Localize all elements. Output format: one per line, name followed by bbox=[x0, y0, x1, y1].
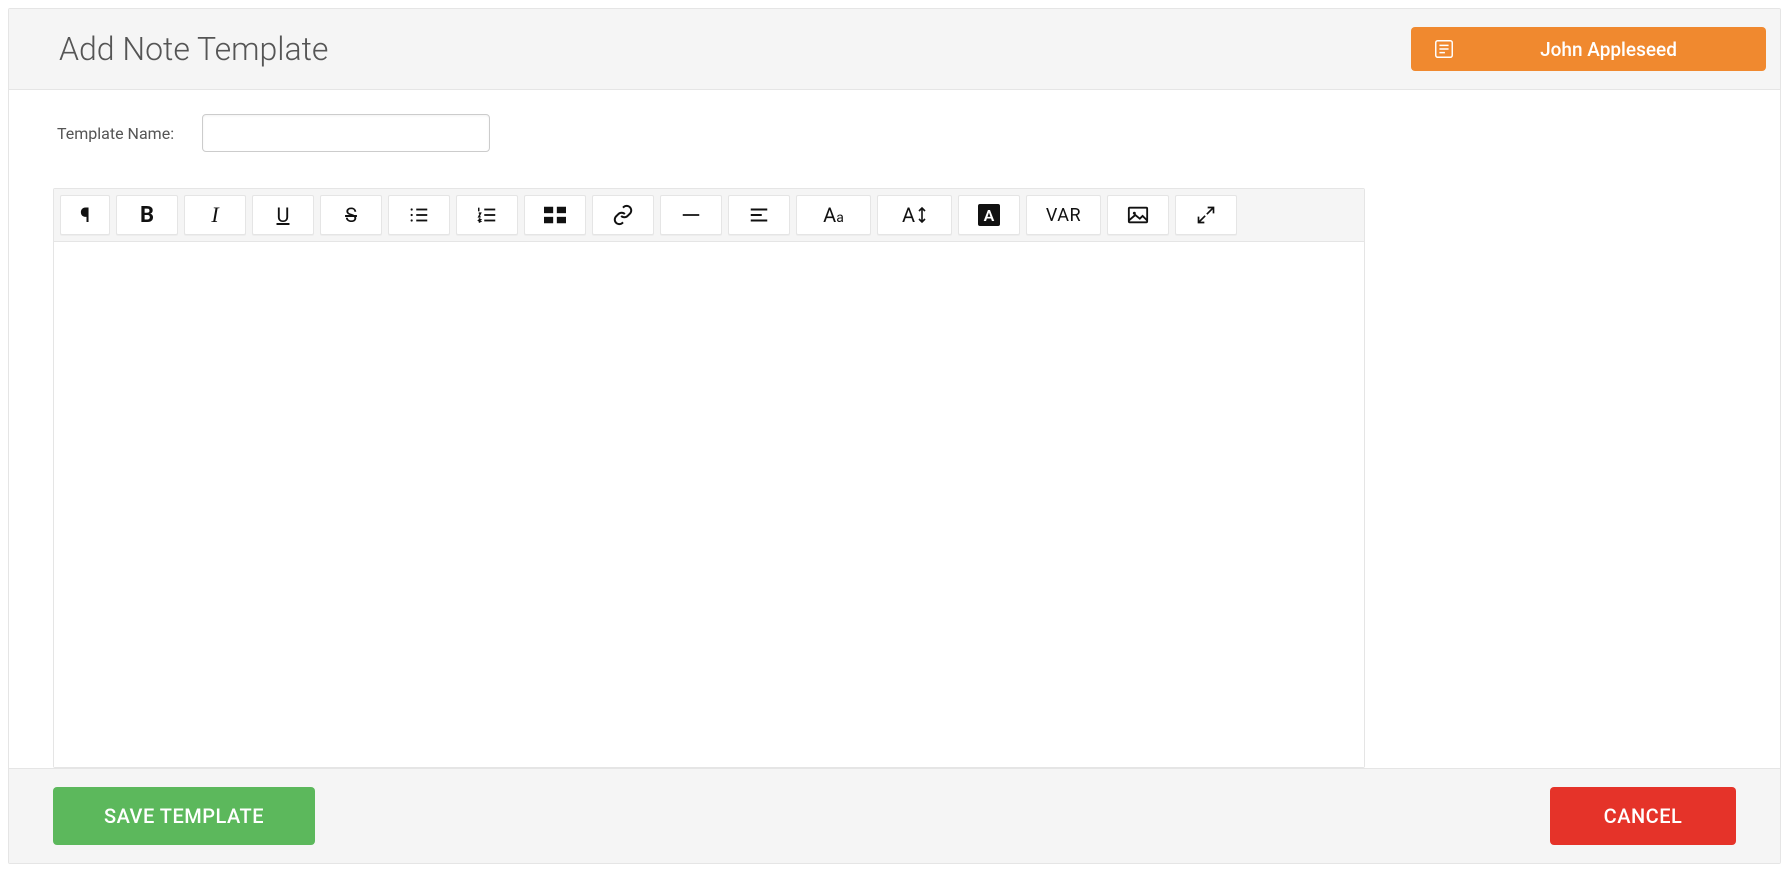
var-label: VAR bbox=[1046, 205, 1081, 226]
fullscreen-button[interactable] bbox=[1175, 195, 1237, 235]
horizontal-rule-button[interactable] bbox=[660, 195, 722, 235]
font-size-icon: A bbox=[902, 203, 927, 227]
panel-header: Add Note Template John Appleseed bbox=[9, 9, 1780, 90]
panel-footer: SAVE TEMPLATE CANCEL bbox=[9, 768, 1780, 863]
expand-icon bbox=[1196, 205, 1216, 225]
panel-body: Template Name: ¶ B I U S bbox=[9, 90, 1780, 768]
font-family-button[interactable]: Aa bbox=[796, 195, 871, 235]
align-button[interactable] bbox=[728, 195, 790, 235]
save-template-button[interactable]: SAVE TEMPLATE bbox=[53, 787, 315, 845]
insert-variable-button[interactable]: VAR bbox=[1026, 195, 1101, 235]
italic-icon: I bbox=[211, 202, 218, 228]
font-size-button[interactable]: A bbox=[877, 195, 952, 235]
strikethrough-button[interactable]: S bbox=[320, 195, 382, 235]
text-color-icon: A bbox=[978, 204, 1000, 226]
image-icon bbox=[1127, 205, 1149, 225]
italic-button[interactable]: I bbox=[184, 195, 246, 235]
underline-icon: U bbox=[277, 203, 290, 227]
add-note-template-panel: Add Note Template John Appleseed Templat… bbox=[8, 8, 1781, 864]
editor-toolbar: ¶ B I U S bbox=[54, 189, 1364, 242]
font-family-icon: Aa bbox=[823, 203, 844, 227]
bold-icon: B bbox=[140, 203, 154, 228]
insert-image-button[interactable] bbox=[1107, 195, 1169, 235]
template-name-input[interactable] bbox=[202, 114, 490, 152]
strikethrough-icon: S bbox=[345, 203, 357, 227]
list-ul-icon bbox=[408, 204, 430, 226]
text-color-button[interactable]: A bbox=[958, 195, 1020, 235]
user-name: John Appleseed bbox=[1473, 38, 1744, 61]
underline-button[interactable]: U bbox=[252, 195, 314, 235]
user-chip[interactable]: John Appleseed bbox=[1411, 27, 1766, 71]
page-title: Add Note Template bbox=[59, 30, 328, 68]
insert-link-button[interactable] bbox=[592, 195, 654, 235]
template-name-row: Template Name: bbox=[53, 114, 1736, 152]
ordered-list-button[interactable] bbox=[456, 195, 518, 235]
insert-table-button[interactable] bbox=[524, 195, 586, 235]
table-icon bbox=[544, 206, 566, 224]
list-ol-icon bbox=[476, 204, 498, 226]
editor-content-area[interactable] bbox=[54, 242, 1364, 767]
minus-icon bbox=[680, 204, 702, 226]
document-icon bbox=[1433, 38, 1455, 60]
link-icon bbox=[612, 204, 634, 226]
unordered-list-button[interactable] bbox=[388, 195, 450, 235]
pilcrow-icon: ¶ bbox=[80, 203, 90, 227]
align-left-icon bbox=[748, 204, 770, 226]
template-name-label: Template Name: bbox=[57, 124, 174, 143]
rich-text-editor: ¶ B I U S bbox=[53, 188, 1365, 768]
cancel-button[interactable]: CANCEL bbox=[1550, 787, 1736, 845]
bold-button[interactable]: B bbox=[116, 195, 178, 235]
paragraph-format-button[interactable]: ¶ bbox=[60, 195, 110, 235]
